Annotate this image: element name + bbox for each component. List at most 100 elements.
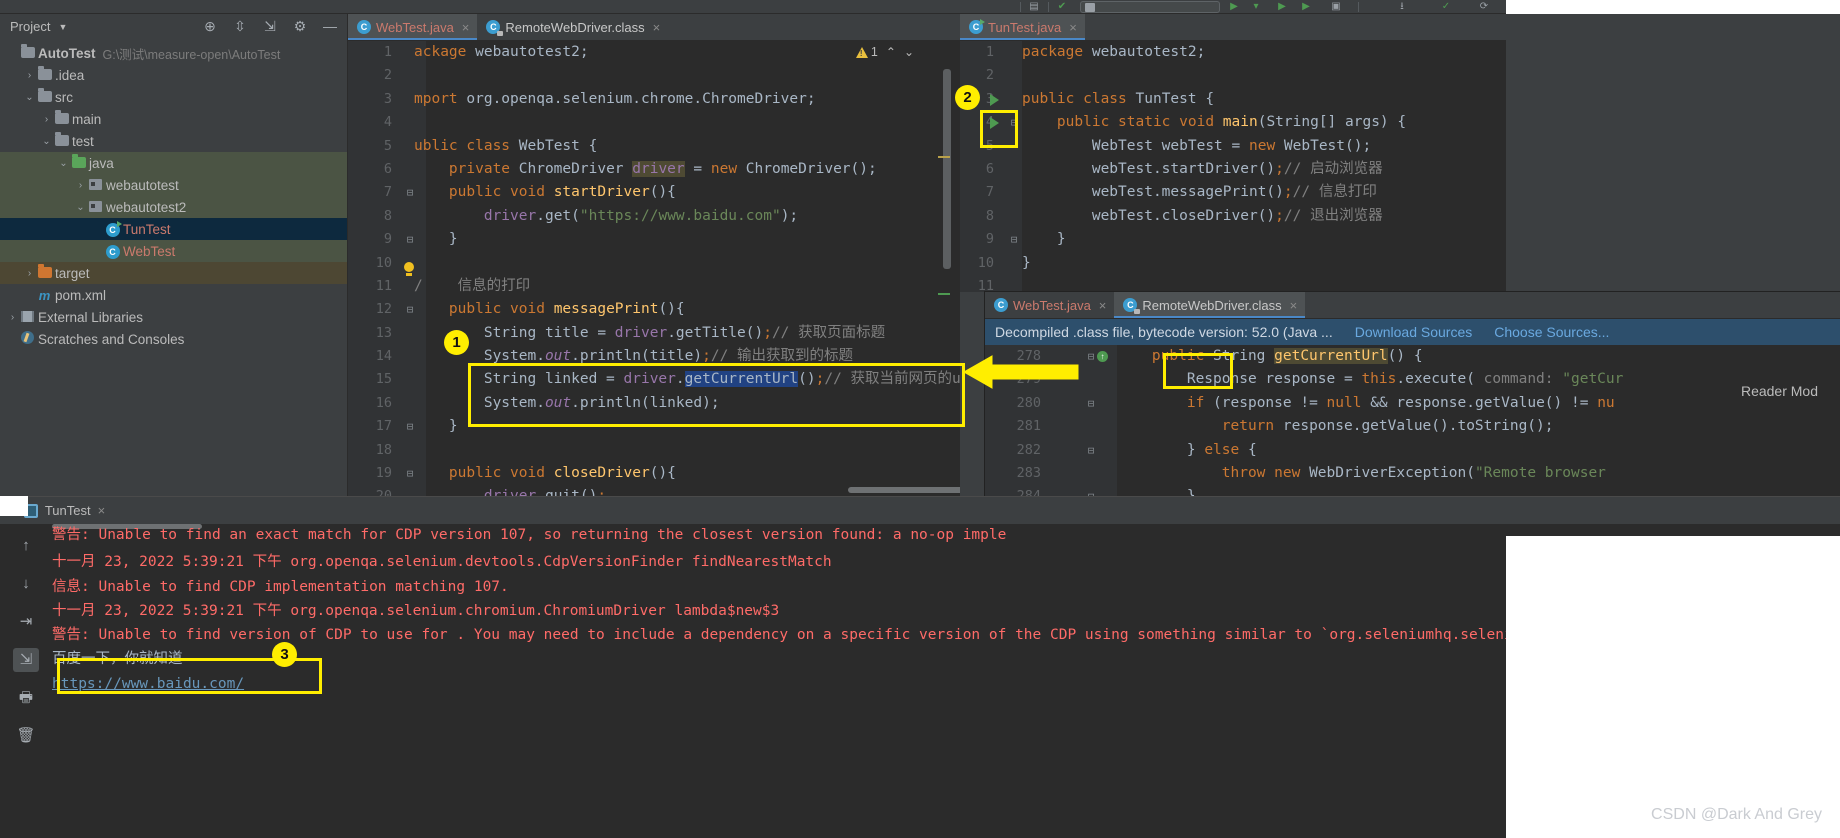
close-icon[interactable]: × bbox=[462, 20, 470, 35]
tree-item-main[interactable]: › main bbox=[0, 108, 347, 130]
code-line[interactable]: 278 ⊟ public String getCurrentUrl() { bbox=[985, 345, 1840, 368]
expand-all-icon[interactable]: ⇳ bbox=[231, 17, 249, 35]
code-line[interactable]: 2 bbox=[960, 64, 1506, 87]
editor-tabbar-center[interactable]: C WebTest.java × C RemoteWebDriver.class × bbox=[348, 14, 960, 41]
code-line[interactable]: 14 System.out.println(title);// 输出获取到的标题 bbox=[348, 345, 960, 368]
close-icon[interactable]: × bbox=[1069, 20, 1077, 35]
editor-tab-tuntest-java[interactable]: C TunTest.java × bbox=[960, 14, 1085, 40]
code-line[interactable]: 11 bbox=[960, 275, 1506, 292]
console-tab-tuntest[interactable]: TunTest bbox=[45, 503, 91, 518]
project-panel-title[interactable]: Project bbox=[10, 19, 50, 34]
code-area-right[interactable]: 1 package webautotest2; 2 3 public class Tun… bbox=[960, 41, 1506, 292]
code-line[interactable]: 17 ⊟ } bbox=[348, 415, 960, 438]
code-line[interactable]: 5 ublic class WebTest { bbox=[348, 135, 960, 158]
run-gutter-icon[interactable] bbox=[990, 117, 999, 130]
editor-tab-remotewebdriver-class[interactable]: C RemoteWebDriver.class × bbox=[1114, 292, 1306, 318]
chevron-right-icon[interactable]: › bbox=[40, 114, 53, 125]
code-line[interactable]: 281 return response.getValue().toString(… bbox=[985, 415, 1840, 438]
print-icon[interactable]: 🖶 bbox=[13, 686, 39, 710]
code-line[interactable]: 3 mport org.openqa.selenium.chrome.Chrome… bbox=[348, 88, 960, 111]
editor-scrollbar-center[interactable] bbox=[938, 41, 952, 496]
coverage-icon[interactable]: ▶ bbox=[1300, 1, 1312, 13]
code-line[interactable]: 11 / 信息的打印 bbox=[348, 275, 960, 298]
close-icon[interactable]: × bbox=[653, 20, 661, 35]
code-line[interactable]: 10 bbox=[348, 252, 960, 275]
code-line[interactable]: 15 String linked = driver.getCurrentUrl(… bbox=[348, 368, 960, 391]
chevron-down-icon[interactable]: ⌄ bbox=[23, 92, 36, 103]
chevron-down-icon[interactable]: ⌄ bbox=[74, 202, 87, 213]
code-line[interactable]: 3 public class TunTest { bbox=[960, 88, 1506, 111]
chevron-right-icon[interactable]: › bbox=[23, 70, 36, 81]
close-icon[interactable]: × bbox=[1290, 298, 1298, 313]
chevron-right-icon[interactable]: › bbox=[74, 180, 87, 191]
code-line[interactable]: 2 bbox=[348, 64, 960, 87]
code-line[interactable]: 12 ⊟ public void messagePrint(){ bbox=[348, 298, 960, 321]
code-line[interactable]: 19 ⊟ public void closeDriver(){ bbox=[348, 462, 960, 485]
git-history-icon[interactable]: ⟳ bbox=[1478, 1, 1490, 13]
code-area-center[interactable]: 1 ackage webautotest2; 2 3 mport org.openqa.… bbox=[348, 41, 960, 496]
scrollbar-thumb[interactable] bbox=[943, 69, 951, 269]
chevron-right-icon[interactable]: › bbox=[23, 268, 36, 279]
chevron-down-icon[interactable]: ⌄ bbox=[904, 45, 914, 59]
override-marker-icon[interactable]: ↑ bbox=[1097, 351, 1108, 362]
code-line[interactable]: 6 webTest.startDriver();// 启动浏览器 bbox=[960, 158, 1506, 181]
chevron-down-icon[interactable]: ▼ bbox=[58, 22, 67, 32]
tree-item-target[interactable]: › target bbox=[0, 262, 347, 284]
profile-icon[interactable]: ▣ bbox=[1330, 1, 1342, 13]
code-fold-icon[interactable]: ⊟ bbox=[1008, 228, 1020, 251]
code-line[interactable]: 10} bbox=[960, 252, 1506, 275]
editor-hscrollbar-center[interactable] bbox=[848, 487, 960, 493]
code-line[interactable]: 5 WebTest webTest = new WebTest(); bbox=[960, 135, 1506, 158]
soft-wrap-icon[interactable]: ⇥ bbox=[13, 610, 39, 634]
chevron-right-icon[interactable]: › bbox=[6, 312, 19, 323]
target-icon[interactable]: ⊕ bbox=[201, 17, 219, 35]
tree-item-test[interactable]: ⌄ test bbox=[0, 130, 347, 152]
code-line[interactable]: 7 ⊟ public void startDriver(){ bbox=[348, 181, 960, 204]
code-fold-icon[interactable]: ⊟ bbox=[1085, 439, 1097, 462]
code-lines-right[interactable]: 1 package webautotest2; 2 3 public class Tun… bbox=[960, 41, 1506, 292]
code-line[interactable]: 280 ⊟ if (response != null && response.ge… bbox=[985, 392, 1840, 415]
download-sources-link[interactable]: Download Sources bbox=[1355, 324, 1473, 340]
build-icon[interactable]: ▤ bbox=[1028, 1, 1040, 13]
tree-item-src[interactable]: ⌄ src bbox=[0, 86, 347, 108]
run-dropdown-icon[interactable]: ▾ bbox=[1250, 1, 1262, 13]
check-icon[interactable]: ✔ bbox=[1056, 1, 1068, 13]
tree-item-autotest[interactable]: AutoTest G:\测试\measure-open\AutoTest bbox=[0, 42, 347, 64]
run-configuration-combo[interactable] bbox=[1080, 1, 1220, 13]
chevron-up-icon[interactable]: ⌃ bbox=[886, 45, 896, 59]
code-lines-center[interactable]: 1 ackage webautotest2; 2 3 mport org.openqa.… bbox=[348, 41, 960, 496]
code-fold-icon[interactable]: ⊟ bbox=[1008, 111, 1020, 134]
tree-item-webtest[interactable]: C WebTest bbox=[0, 240, 347, 262]
editor-tab-webtest-java[interactable]: C WebTest.java × bbox=[348, 14, 478, 40]
code-line[interactable]: 1 package webautotest2; bbox=[960, 41, 1506, 64]
scroll-to-end-icon[interactable]: ⇲ bbox=[13, 648, 39, 672]
project-tree[interactable]: AutoTest G:\测试\measure-open\AutoTest › .ide… bbox=[0, 39, 347, 350]
tree-item-pom-xml[interactable]: m pom.xml bbox=[0, 284, 347, 306]
run-gutter-icon[interactable] bbox=[990, 93, 999, 106]
code-line[interactable]: 4 ⊟ public static void main(String[] args… bbox=[960, 111, 1506, 134]
tree-item--idea[interactable]: › .idea bbox=[0, 64, 347, 86]
code-line[interactable]: 282 ⊟ } else { bbox=[985, 439, 1840, 462]
tree-item-external-libraries[interactable]: › External Libraries bbox=[0, 306, 347, 328]
reader-mode-label[interactable]: Reader Mod bbox=[1734, 381, 1824, 401]
code-line[interactable]: 7 webTest.messagePrint();// 信息打印 bbox=[960, 181, 1506, 204]
chevron-down-icon[interactable]: ⌄ bbox=[57, 158, 70, 169]
collapse-all-icon[interactable]: ⇲ bbox=[261, 17, 279, 35]
code-line[interactable]: 4 bbox=[348, 111, 960, 134]
editor-tabbar-right[interactable]: C TunTest.java × bbox=[960, 14, 1506, 41]
code-line[interactable]: 18 bbox=[348, 439, 960, 462]
code-line[interactable]: 9 ⊟ } bbox=[348, 228, 960, 251]
arrow-down-icon[interactable]: ↓ bbox=[13, 572, 39, 596]
tree-item-java[interactable]: ⌄ java bbox=[0, 152, 347, 174]
choose-sources-link[interactable]: Choose Sources... bbox=[1494, 324, 1609, 340]
git-update-icon[interactable]: ⭳ bbox=[1396, 1, 1408, 13]
tree-item-webautotest2[interactable]: ⌄ webautotest2 bbox=[0, 196, 347, 218]
run-icon[interactable]: ▶ bbox=[1228, 1, 1240, 13]
trash-icon[interactable]: 🗑 bbox=[13, 724, 39, 748]
code-line[interactable]: 283 throw new WebDriverException("Remote… bbox=[985, 462, 1840, 485]
arrow-up-icon[interactable]: ↑ bbox=[13, 534, 39, 558]
minimize-icon[interactable]: — bbox=[321, 17, 339, 35]
code-line[interactable]: 279 Response response = this.execute( co… bbox=[985, 368, 1840, 391]
tree-item-scratches-and-consoles[interactable]: Scratches and Consoles bbox=[0, 328, 347, 350]
code-line[interactable]: 8 driver.get("https://www.baidu.com"); bbox=[348, 205, 960, 228]
